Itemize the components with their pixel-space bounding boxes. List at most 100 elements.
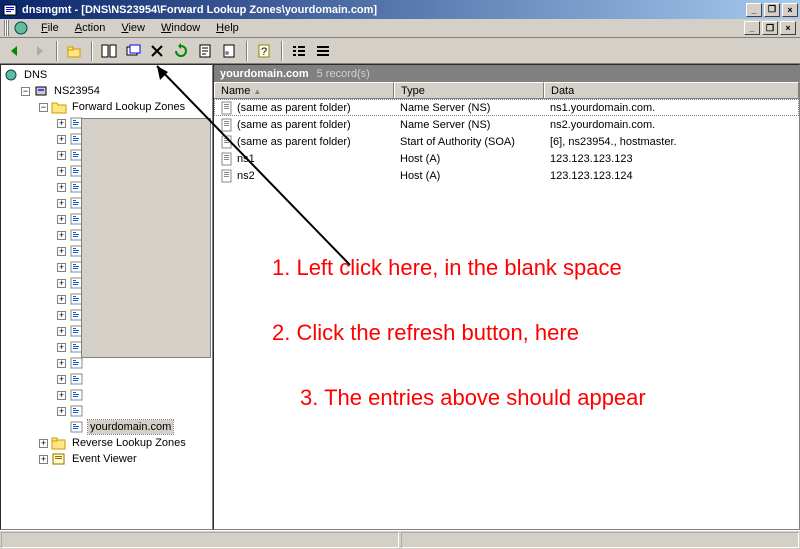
- back-button[interactable]: [4, 40, 26, 62]
- expand-icon[interactable]: +: [57, 231, 66, 240]
- expand-icon[interactable]: +: [57, 119, 66, 128]
- zone-icon: [69, 388, 85, 402]
- expand-icon[interactable]: +: [57, 391, 66, 400]
- expand-icon[interactable]: +: [57, 407, 66, 416]
- menu-help[interactable]: Help: [208, 20, 247, 36]
- tree-zone-item[interactable]: +: [57, 371, 210, 387]
- record-row[interactable]: (same as parent folder)Name Server (NS)n…: [214, 116, 799, 133]
- new-window-button[interactable]: [122, 40, 144, 62]
- record-type: Host (A): [394, 169, 544, 183]
- properties-button[interactable]: [218, 40, 240, 62]
- zone-icon: [69, 420, 85, 434]
- list-view-button[interactable]: [288, 40, 310, 62]
- event-viewer-icon: [51, 452, 67, 466]
- tree-server[interactable]: − NS23954: [21, 83, 210, 99]
- server-icon: [33, 84, 49, 98]
- show-hide-tree-button[interactable]: [98, 40, 120, 62]
- column-type[interactable]: Type: [394, 82, 544, 98]
- folder-icon: [51, 436, 67, 450]
- expand-icon[interactable]: +: [57, 375, 66, 384]
- record-name: (same as parent folder): [214, 117, 394, 133]
- record-data: 123.123.123.123: [544, 152, 799, 166]
- expand-icon[interactable]: +: [57, 359, 66, 368]
- record-name: ns1: [214, 151, 394, 167]
- mdi-minimize-button[interactable]: _: [744, 21, 760, 35]
- record-icon: [220, 169, 234, 183]
- window-title: dnsmgmt - [DNS\NS23954\Forward Lookup Zo…: [22, 4, 744, 16]
- record-count: 5 record(s): [317, 68, 370, 80]
- collapse-icon[interactable]: −: [39, 103, 48, 112]
- record-data: ns1.yourdomain.com.: [544, 101, 799, 115]
- record-name: (same as parent folder): [214, 100, 394, 116]
- record-row[interactable]: ns2Host (A)123.123.123.124: [214, 167, 799, 184]
- record-type: Start of Authority (SOA): [394, 135, 544, 149]
- record-data: [6], ns23954., hostmaster.: [544, 135, 799, 149]
- expand-icon[interactable]: +: [57, 279, 66, 288]
- expand-icon[interactable]: +: [57, 199, 66, 208]
- records-pane-header: yourdomain.com 5 record(s): [214, 65, 799, 82]
- tree-root-dns[interactable]: DNS: [3, 67, 210, 83]
- record-icon: [220, 101, 234, 115]
- grip-icon: [4, 20, 9, 36]
- mdi-restore-button[interactable]: ❐: [762, 21, 778, 35]
- tree-zone-item[interactable]: +: [57, 387, 210, 403]
- forward-button[interactable]: [28, 40, 50, 62]
- main-splitter: DNS − NS23954 −: [0, 64, 800, 530]
- record-row[interactable]: (same as parent folder)Name Server (NS)n…: [214, 99, 799, 116]
- record-name: ns2: [214, 168, 394, 184]
- expand-icon[interactable]: +: [57, 135, 66, 144]
- mdi-close-button[interactable]: ×: [780, 21, 796, 35]
- expand-icon[interactable]: +: [57, 215, 66, 224]
- expand-icon[interactable]: +: [39, 455, 48, 464]
- collapse-icon[interactable]: −: [21, 87, 30, 96]
- expand-icon[interactable]: +: [57, 167, 66, 176]
- tree-zone-item[interactable]: +: [57, 403, 210, 419]
- zone-title: yourdomain.com: [220, 68, 309, 80]
- menu-action[interactable]: Action: [67, 20, 114, 36]
- expand-icon[interactable]: +: [57, 247, 66, 256]
- tree-event-viewer[interactable]: + Event Viewer: [39, 451, 210, 467]
- maximize-button[interactable]: ❐: [764, 3, 780, 17]
- record-data: 123.123.123.124: [544, 169, 799, 183]
- status-left: [1, 532, 399, 548]
- record-name: (same as parent folder): [214, 134, 394, 150]
- record-type: Name Server (NS): [394, 101, 544, 115]
- menu-bar: File Action View Window Help _ ❐ ×: [0, 19, 800, 38]
- expand-icon[interactable]: +: [57, 263, 66, 272]
- record-icon: [220, 118, 234, 132]
- expand-icon[interactable]: +: [57, 343, 66, 352]
- menu-window[interactable]: Window: [153, 20, 208, 36]
- records-list[interactable]: (same as parent folder)Name Server (NS)n…: [214, 99, 799, 529]
- detail-view-button[interactable]: [312, 40, 334, 62]
- minimize-button[interactable]: _: [746, 3, 762, 17]
- expand-icon[interactable]: +: [57, 295, 66, 304]
- redacted-zones-overlay: [81, 118, 211, 358]
- refresh-button[interactable]: [170, 40, 192, 62]
- menu-view[interactable]: View: [113, 20, 153, 36]
- column-data[interactable]: Data: [544, 82, 799, 98]
- column-name[interactable]: Name ▲: [214, 82, 394, 98]
- expand-icon[interactable]: +: [57, 327, 66, 336]
- delete-button[interactable]: [146, 40, 168, 62]
- status-right: [401, 532, 799, 548]
- toolbar: ?: [0, 38, 800, 64]
- expand-icon[interactable]: +: [57, 151, 66, 160]
- record-row[interactable]: (same as parent folder)Start of Authorit…: [214, 133, 799, 150]
- dns-root-icon: [3, 68, 19, 82]
- up-level-button[interactable]: [63, 40, 85, 62]
- expand-icon[interactable]: +: [57, 183, 66, 192]
- records-pane: yourdomain.com 5 record(s) Name ▲ Type D…: [213, 64, 800, 530]
- tree-reverse-zones[interactable]: + Reverse Lookup Zones: [39, 435, 210, 451]
- record-icon: [220, 152, 234, 166]
- expand-icon[interactable]: +: [57, 311, 66, 320]
- zone-icon: [69, 356, 85, 370]
- help-button[interactable]: ?: [253, 40, 275, 62]
- record-row[interactable]: ns1Host (A)123.123.123.123: [214, 150, 799, 167]
- expand-icon[interactable]: +: [39, 439, 48, 448]
- close-button[interactable]: ×: [782, 3, 798, 17]
- tree-zone-selected[interactable]: yourdomain.com: [57, 419, 210, 435]
- folder-open-icon: [51, 100, 67, 114]
- menu-file[interactable]: File: [33, 20, 67, 36]
- tree-forward-zones[interactable]: − Forward Lookup Zones: [39, 99, 210, 115]
- export-list-button[interactable]: [194, 40, 216, 62]
